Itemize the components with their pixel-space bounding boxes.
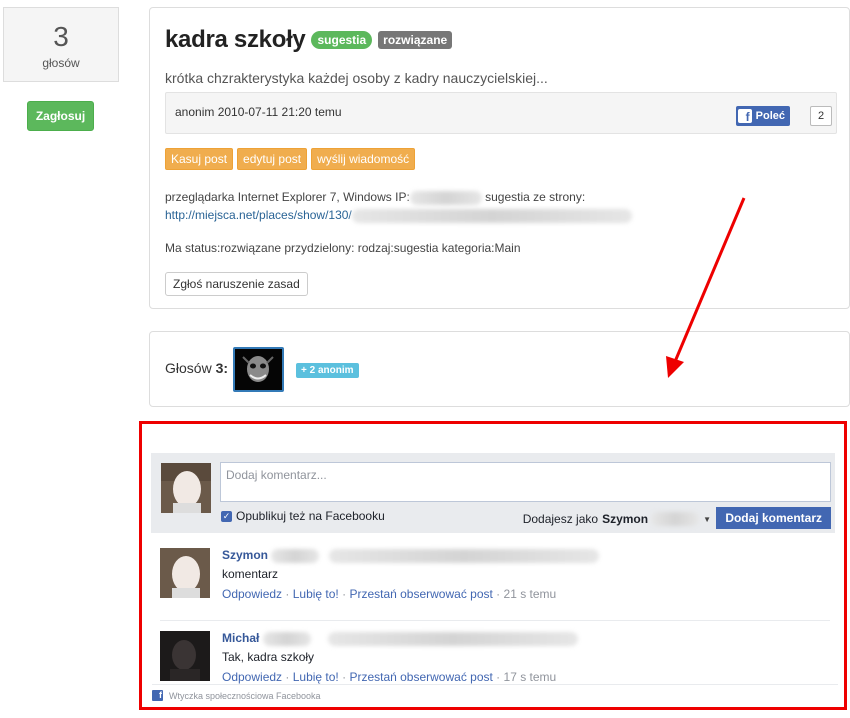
plugin-footer-text[interactable]: Wtyczka społecznościowa Facebooka: [169, 691, 321, 701]
send-message-button[interactable]: wyślij wiadomość: [311, 148, 416, 170]
comment-input[interactable]: Dodaj komentarz...: [220, 462, 831, 502]
unfollow-link[interactable]: Przestań obserwować post: [349, 587, 492, 601]
vote-count: 3: [53, 21, 69, 52]
reply-link[interactable]: Odpowiedz: [222, 670, 282, 684]
votes-summary: Głosów 3:: [165, 360, 229, 376]
reply-link[interactable]: Odpowiedz: [222, 587, 282, 601]
add-comment-button[interactable]: Dodaj komentarz: [716, 507, 831, 529]
comment-text: komentarz: [222, 567, 279, 581]
fb-like-button[interactable]: f Poleć: [735, 106, 790, 126]
voter-avatar[interactable]: [233, 347, 284, 392]
comment-author-avatar[interactable]: [160, 631, 210, 681]
checkbox-checked-icon[interactable]: ✓: [221, 510, 232, 522]
source-url-line: http://miejsca.net/places/show/130/: [165, 208, 632, 223]
comment-author[interactable]: Szymon: [222, 548, 599, 563]
votes-label: Głosów: [165, 360, 212, 376]
posting-as-name: Szymon: [602, 512, 649, 526]
edit-post-button[interactable]: edytuj post: [237, 148, 308, 170]
comment-actions: Odpowiedz · Lubię to! · Przestań obserwo…: [222, 670, 557, 684]
comment-author-avatar[interactable]: [160, 548, 210, 598]
current-user-avatar: [161, 463, 211, 513]
redacted-ip: [409, 190, 482, 205]
comment-actions: Odpowiedz · Lubię to! · Przestań obserwo…: [222, 587, 557, 601]
redacted-surname: [651, 512, 700, 526]
browser-info-suffix: sugestia ze strony:: [485, 190, 586, 204]
vote-button[interactable]: Zagłosuj: [27, 101, 94, 131]
post-title: kadra szkoły: [165, 26, 306, 53]
fb-like-label: Poleć: [755, 110, 785, 122]
source-url-link[interactable]: http://miejsca.net/places/show/130/: [165, 208, 352, 222]
browser-info-prefix: przeglądarka Internet Explorer 7, Window…: [165, 190, 410, 204]
posting-as-prefix: Dodajesz jako: [522, 512, 599, 526]
post-meta: anonim 2010-07-11 21:20 temu f Poleć 2: [165, 92, 837, 134]
post-header: kadra szkoły sugestia rozwiązane: [165, 26, 453, 54]
comment-time[interactable]: 21 s temu: [504, 587, 557, 601]
redacted-url: [351, 208, 632, 223]
chevron-down-icon[interactable]: ▼: [703, 515, 711, 524]
like-link[interactable]: Lubię to!: [293, 587, 339, 601]
fb-like-count: 2: [810, 106, 832, 126]
badge-suggestion: sugestia: [311, 31, 373, 49]
publish-to-facebook-option[interactable]: ✓ Opublikuj też na Facebooku: [221, 509, 385, 523]
delete-post-button[interactable]: Kasuj post: [165, 148, 234, 170]
fb-comments-plugin: Dodaj komentarz... ✓ Opublikuj też na Fa…: [139, 421, 847, 710]
report-abuse-button[interactable]: Zgłoś naruszenie zasad: [165, 272, 308, 296]
comment-item: Michał Tak, kadra szkoły Odpowiedz · Lub…: [160, 620, 830, 684]
like-link[interactable]: Lubię to!: [293, 670, 339, 684]
unfollow-link[interactable]: Przestań obserwować post: [349, 670, 492, 684]
posting-as-selector[interactable]: Dodajesz jako Szymon ▼: [523, 512, 711, 526]
anonymous-voters-badge[interactable]: + 2 anonim: [296, 363, 359, 378]
comment-author[interactable]: Michał: [222, 631, 579, 646]
plugin-footer: f Wtyczka społecznościowa Facebooka: [152, 684, 838, 701]
post-author-line: anonim 2010-07-11 21:20 temu: [175, 105, 342, 119]
facebook-icon: f: [737, 109, 752, 123]
vote-count-box: 3 głosów: [3, 7, 119, 82]
red-arrow-annotation: [666, 197, 746, 378]
comment-composer: Dodaj komentarz... ✓ Opublikuj też na Fa…: [151, 453, 835, 533]
post-actions: Kasuj post edytuj post wyślij wiadomość: [165, 148, 416, 170]
comment-text: Tak, kadra szkoły: [222, 650, 315, 664]
publish-to-facebook-label: Opublikuj też na Facebooku: [236, 509, 385, 523]
voter-avatar-image: [235, 349, 282, 390]
browser-info: przeglądarka Internet Explorer 7, Window…: [165, 190, 585, 205]
badge-resolved: rozwiązane: [378, 31, 453, 49]
status-line: Ma status:rozwiązane przydzielony: rodza…: [165, 241, 521, 255]
post-description: krótka chzrakterystyka każdej osoby z ka…: [165, 70, 548, 86]
comment-time[interactable]: 17 s temu: [504, 670, 557, 684]
vote-count-label: głosów: [42, 56, 80, 70]
facebook-icon: f: [152, 690, 163, 701]
